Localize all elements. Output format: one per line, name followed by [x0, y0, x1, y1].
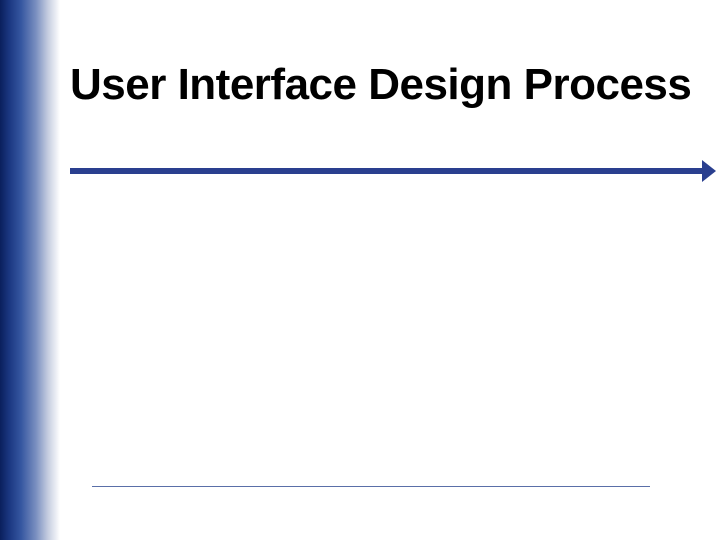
sidebar-gradient	[0, 0, 60, 540]
arrow-right-icon	[702, 160, 716, 182]
content-area: User Interface Design Process	[70, 60, 700, 111]
footer-divider	[92, 486, 650, 487]
slide-title: User Interface Design Process	[70, 60, 700, 111]
title-underline	[70, 168, 708, 174]
